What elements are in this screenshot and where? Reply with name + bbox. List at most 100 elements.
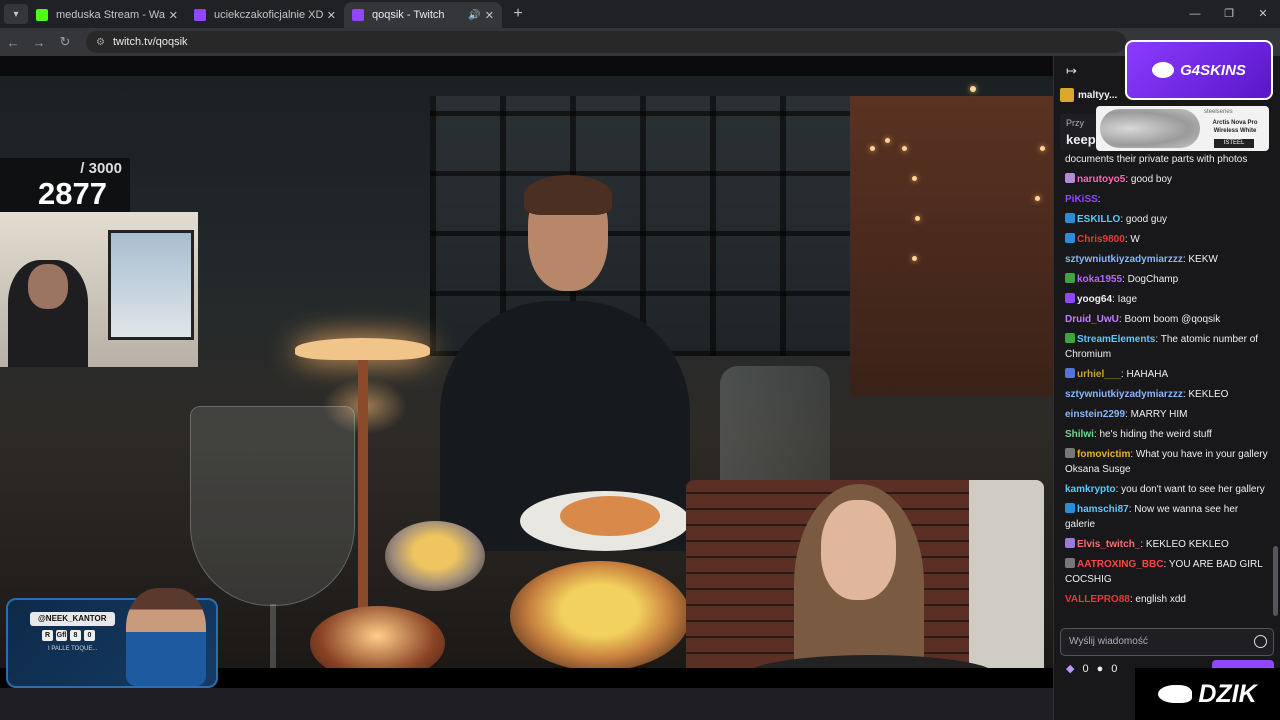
speaker-icon[interactable]: 🔊 <box>468 10 480 21</box>
chat-username[interactable]: koka1955 <box>1077 274 1122 285</box>
user-badge-icon[interactable] <box>1065 213 1075 223</box>
chat-message: StreamElements: The atomic number of Chr… <box>1065 333 1259 360</box>
user-badge-icon[interactable] <box>1065 368 1075 378</box>
user-badge-icon[interactable] <box>1065 503 1075 513</box>
close-window-icon[interactable]: ✕ <box>1246 0 1280 28</box>
chat-panel: ↦ maltyy... Przy keep documents their pr… <box>1053 56 1280 720</box>
chat-username[interactable]: ESKILLO <box>1077 214 1120 225</box>
close-tab-icon[interactable]: ✕ <box>485 9 494 22</box>
chat-message: sztywniutkiyzadymiarzzz: KEKLEO <box>1065 389 1229 400</box>
gift-leaderboard[interactable]: maltyy... <box>1060 84 1117 106</box>
user-badge-icon[interactable] <box>1065 333 1075 343</box>
forward-icon[interactable]: → <box>26 35 52 50</box>
chat-input[interactable]: Wyślij wiadomość <box>1060 628 1274 656</box>
social-badges: R Gfl 8 0 <box>42 630 95 641</box>
chat-username[interactable]: yoog64 <box>1077 294 1112 305</box>
chat-text: Boom boom @qoqsik <box>1124 314 1221 325</box>
chat-username[interactable]: sztywniutkiyzadymiarzzz <box>1065 254 1183 265</box>
g4skins-sponsor-banner: G4SKINS <box>1125 40 1273 100</box>
chat-username[interactable]: kamkrypto <box>1065 484 1116 495</box>
chat-message: sztywniutkiyzadymiarzzz: KEKW <box>1065 254 1218 265</box>
boar-logo-icon <box>1158 685 1193 703</box>
close-tab-icon[interactable]: ✕ <box>169 9 178 22</box>
user-badge-icon[interactable] <box>1065 173 1075 183</box>
restore-icon[interactable]: ❐ <box>1212 0 1246 28</box>
chat-message: VALLEPRO88: english xdd <box>1065 594 1186 605</box>
bits-icon[interactable]: ◆ <box>1066 662 1074 675</box>
chat-username[interactable]: Elvis_twitch_ <box>1077 539 1140 550</box>
points-a: 0 <box>1082 662 1089 675</box>
chat-footer: ◆ 0 ● 0 <box>1066 662 1118 676</box>
sub-goal-target: / 3000 <box>80 160 122 177</box>
pinned-label: Przy <box>1066 118 1084 128</box>
user-badge-icon[interactable] <box>1065 233 1075 243</box>
chat-message: kamkrypto: you don't want to see her gal… <box>1065 484 1265 495</box>
pinned-text: keep <box>1066 132 1096 147</box>
user-badge-icon[interactable] <box>1065 293 1075 303</box>
user-badge-icon[interactable] <box>1065 448 1075 458</box>
g4skins-text: G4SKINS <box>1180 61 1246 79</box>
chat-message: koka1955: DogChamp <box>1065 272 1270 287</box>
dzik-sponsor-banner: DZIK <box>1135 668 1280 720</box>
twitch-favicon-icon <box>194 9 206 21</box>
chat-username[interactable]: VALLEPRO88 <box>1065 594 1130 605</box>
chat-username[interactable]: Shilwi <box>1065 429 1094 440</box>
steelseries-brand: steelseries <box>1204 109 1233 115</box>
table-lamp <box>295 338 430 360</box>
promo-tagline: I PALLE TOQUE... <box>48 646 98 652</box>
steelseries-sponsor-banner: steelseries Arctis Nova Pro Wireless Whi… <box>1096 106 1269 151</box>
chat-username[interactable]: AATROXING_BBC <box>1077 559 1163 570</box>
badge-8: 8 <box>70 630 81 641</box>
chat-username[interactable]: Druid_UwU <box>1065 314 1119 325</box>
chat-text: he's hiding the weird stuff <box>1099 429 1212 440</box>
chat-username[interactable]: Chris9800 <box>1077 234 1125 245</box>
user-badge-icon[interactable] <box>1065 538 1075 548</box>
chat-username[interactable]: StreamElements <box>1077 334 1155 345</box>
back-icon[interactable]: ← <box>0 35 26 50</box>
chat-username[interactable]: hamschi87 <box>1077 504 1129 515</box>
tab-search-button[interactable]: ▾ <box>4 4 28 24</box>
brick-wall <box>850 96 1053 396</box>
site-info-icon[interactable]: ⚙ <box>96 37 105 48</box>
chat-message: ESKILLO: good guy <box>1065 212 1270 227</box>
collapse-chat-icon[interactable]: ↦ <box>1066 63 1077 79</box>
chat-message: fomovictim: What you have in your galler… <box>1065 448 1268 475</box>
chat-text: KEKLEO <box>1188 389 1229 400</box>
browser-tab-1[interactable]: meduska Stream - Watch Live o ✕ <box>28 2 186 28</box>
channel-points-icon[interactable]: ● <box>1097 663 1104 675</box>
chat-text: HAHAHA <box>1126 369 1169 380</box>
chat-text: MARRY HIM <box>1130 409 1188 420</box>
points-b: 0 <box>1111 662 1118 675</box>
promo-card: @NEEK_KANTOR R Gfl 8 0 I PALLE TOQUE... <box>6 588 218 688</box>
chat-username[interactable]: fomovictim <box>1077 449 1130 460</box>
chat-text: DogChamp <box>1127 274 1179 285</box>
side-dish <box>385 521 485 591</box>
reload-icon[interactable]: ↻ <box>52 34 78 50</box>
dzik-text: DZIK <box>1198 679 1257 708</box>
chat-message: narutoyo5: good boy <box>1065 172 1270 187</box>
chat-text: good boy <box>1130 174 1173 185</box>
minimize-icon[interactable]: — <box>1178 0 1212 28</box>
guest-webcam <box>686 480 1044 684</box>
close-tab-icon[interactable]: ✕ <box>327 9 336 22</box>
url-field[interactable]: ⚙ twitch.tv/qoqsik <box>86 31 1126 53</box>
emote-picker-icon[interactable] <box>1254 635 1267 648</box>
chat-message: AATROXING_BBC: YOU ARE BAD GIRL COCSHIG <box>1065 558 1263 585</box>
chat-input-placeholder: Wyślij wiadomość <box>1069 636 1148 647</box>
g4skins-logo-icon <box>1152 62 1175 78</box>
tab-title: meduska Stream - Watch Live o <box>56 9 165 21</box>
chat-username[interactable]: PiKiSS <box>1065 194 1098 205</box>
chat-scrollbar[interactable] <box>1273 546 1278 616</box>
user-badge-icon[interactable] <box>1065 273 1075 283</box>
steelseries-product: Arctis Nova Pro Wireless White <box>1212 120 1258 134</box>
stream-video-frame <box>0 76 1053 684</box>
new-tab-button[interactable]: + <box>508 5 528 23</box>
user-badge-icon[interactable] <box>1065 558 1075 568</box>
chat-username[interactable]: urhiel___ <box>1077 369 1121 380</box>
browser-tab-3[interactable]: qoqsik - Twitch 🔊 ✕ <box>344 2 502 28</box>
sub-goal-count: 2877 <box>38 176 107 211</box>
chat-username[interactable]: einstein2299 <box>1065 409 1125 420</box>
chat-username[interactable]: narutoyo5 <box>1077 174 1125 185</box>
browser-tab-2[interactable]: uciekczakoficjalnie XD - Twitch ✕ <box>186 2 344 28</box>
chat-username[interactable]: sztywniutkiyzadymiarzzz <box>1065 389 1183 400</box>
